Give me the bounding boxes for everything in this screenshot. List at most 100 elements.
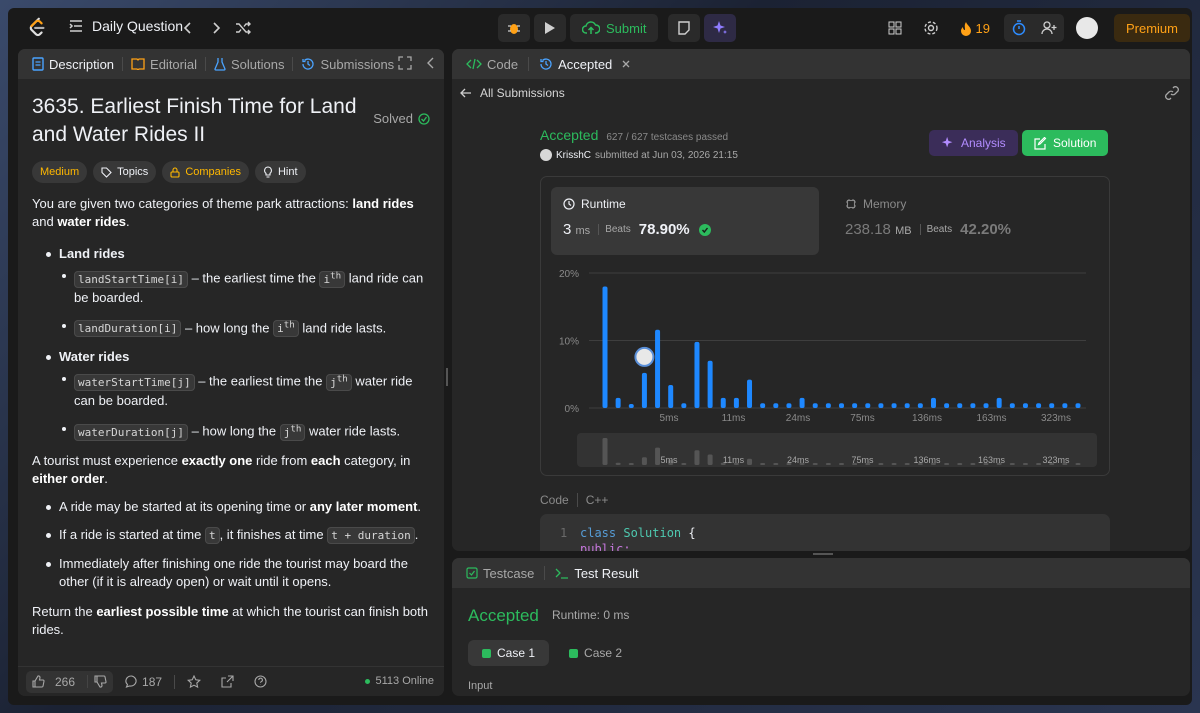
maximize-icon[interactable] [398, 56, 412, 70]
memory-box[interactable]: Memory 238.18 MB Beats 42.20% [833, 187, 1093, 255]
brush-bar [773, 463, 779, 465]
problem-title[interactable]: 3635. Earliest Finish Time for Land and … [32, 93, 372, 149]
chart-bar [747, 379, 753, 408]
text: and [32, 214, 58, 229]
history-icon [302, 58, 315, 70]
text: . [414, 526, 419, 542]
tab-test-result[interactable]: Test Result [549, 558, 644, 588]
code-viewer[interactable]: 1 class Solution { public: [540, 514, 1110, 551]
case-2-tab[interactable]: Case 2 [555, 640, 636, 666]
list-text: A ride may be started at its opening tim… [59, 498, 421, 516]
tab-submissions-label: Submissions [320, 56, 395, 72]
memory-heading: Memory [845, 197, 1081, 211]
land-rides-list: landStartTime[i] – the earliest time the… [46, 267, 430, 338]
ai-assist-button[interactable] [704, 14, 737, 42]
bold-text: earliest possible time [96, 603, 229, 619]
submit-button[interactable]: Submit [570, 14, 659, 42]
right-tabbar: Code Accepted [452, 49, 1190, 79]
all-submissions-link[interactable]: All Submissions [480, 86, 565, 100]
hint-tag[interactable]: Hint [254, 161, 306, 183]
text: category, in [340, 452, 411, 468]
online-dot [365, 678, 371, 684]
streak-counter[interactable]: 19 [952, 21, 998, 36]
solution-button[interactable]: Solution [1022, 130, 1109, 156]
solution-label: Solution [1053, 136, 1097, 150]
chart-bar [786, 403, 792, 408]
runtime-box[interactable]: Runtime 3 ms Beats 78.90% [551, 187, 819, 255]
user-avatar[interactable] [1075, 17, 1098, 39]
close-icon[interactable] [621, 59, 631, 69]
analysis-button[interactable]: Analysis [929, 130, 1018, 156]
layout-button[interactable] [880, 14, 910, 42]
dislike-button[interactable] [87, 675, 113, 688]
add-user-icon [1041, 21, 1057, 35]
submitter-name[interactable]: KrisshC [556, 150, 591, 161]
comments-button[interactable]: 187 [117, 675, 170, 689]
panel-controls [398, 56, 436, 70]
chart-bar [628, 403, 634, 408]
companies-tag[interactable]: Companies [162, 161, 249, 183]
horizontal-resize-handle[interactable] [813, 553, 833, 555]
topics-tag[interactable]: Topics [93, 161, 157, 183]
lock-icon [170, 166, 180, 178]
y-tick-label: 20% [559, 269, 579, 280]
favorite-button[interactable] [179, 674, 209, 689]
tab-testcase[interactable]: Testcase [460, 558, 540, 588]
chart-bar [707, 360, 713, 408]
daily-question-link[interactable]: Daily Question [68, 18, 183, 34]
share-button[interactable] [213, 675, 242, 688]
arrow-left-icon[interactable] [460, 87, 472, 99]
bullet [46, 532, 51, 538]
runtime-label: Runtime [581, 197, 626, 211]
chart-bar [602, 286, 608, 408]
punctuation: { [688, 526, 696, 540]
memory-value: 238.18 MB [845, 221, 912, 238]
tab-description[interactable]: Description [26, 49, 120, 79]
settings-button[interactable] [916, 14, 946, 42]
invite-button[interactable] [1034, 14, 1064, 42]
link-icon[interactable] [1164, 85, 1180, 101]
tab-submissions[interactable]: Submissions [295, 49, 400, 79]
text: A tourist must experience [32, 452, 182, 468]
brush-bar [970, 463, 976, 465]
premium-button[interactable]: Premium [1113, 14, 1190, 42]
brush-tick-label: 75ms [851, 455, 874, 465]
inline-code: landDuration[i] [74, 320, 182, 338]
description-footer: 266 187 5113 Online [18, 666, 444, 696]
flask-icon [214, 58, 226, 71]
text: A ride may be started at its opening tim… [59, 498, 310, 514]
vertical-resize-handle[interactable] [446, 368, 448, 386]
brush-bar [1075, 463, 1081, 465]
external-link-icon [221, 675, 234, 688]
brush-bar [1022, 463, 1028, 465]
companies-label: Companies [185, 166, 241, 178]
hint-label: Hint [277, 166, 298, 178]
notes-button[interactable] [668, 14, 701, 42]
collapse-left-icon[interactable] [426, 56, 436, 70]
next-problem-button[interactable] [206, 18, 226, 38]
runtime-distribution-chart[interactable]: 20% 10% 0% 5ms 11ms 24ms 75ms 136ms 163ms 323ms 5m… [541, 263, 1111, 477]
thumbs-up-icon [32, 675, 45, 688]
chart-bar [641, 372, 647, 408]
list-item: landDuration[i] – how long the ith land … [62, 317, 430, 339]
tab-solutions[interactable]: Solutions [208, 49, 290, 79]
tab-editorial[interactable]: Editorial [125, 49, 203, 79]
bold-text: exactly one [181, 452, 253, 468]
check-circle-icon [418, 112, 430, 125]
problem-tags: Medium Topics Companies Hint [32, 161, 430, 183]
help-button[interactable] [246, 675, 275, 688]
run-button[interactable] [534, 14, 566, 42]
tab-accepted-label: Accepted [558, 56, 613, 72]
leetcode-logo-icon[interactable] [26, 16, 48, 38]
random-problem-button[interactable] [233, 18, 253, 38]
timer-button[interactable] [1004, 14, 1034, 42]
debug-button[interactable] [498, 14, 530, 42]
prev-problem-button[interactable] [178, 18, 198, 38]
inline-code: waterDuration[j] [74, 423, 188, 441]
bug-icon [508, 24, 520, 34]
case-1-tab[interactable]: Case 1 [468, 640, 550, 666]
beats-label: Beats [919, 224, 952, 235]
like-button[interactable]: 266 [26, 675, 87, 689]
tab-accepted[interactable]: Accepted [533, 49, 637, 79]
tab-code[interactable]: Code [460, 49, 524, 79]
